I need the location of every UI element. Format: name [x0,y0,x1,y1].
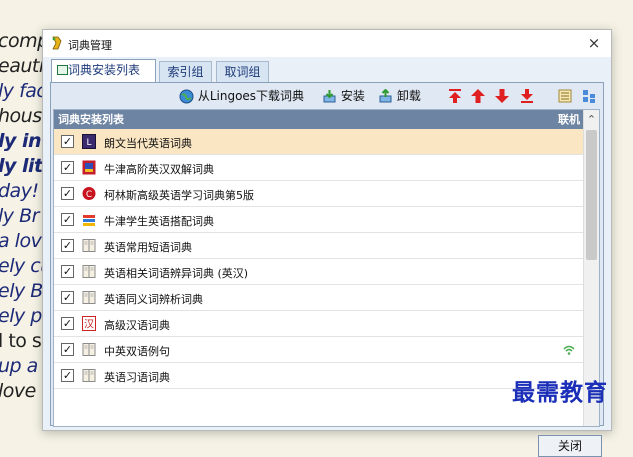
table-rows: ✓ L 朗文当代英语词典 ✓ 牛津高阶英汉双解词典 ✓ C 柯林斯高级英语学习词典第5版 ✓ 牛津… [54,129,584,389]
watermark: 最需教育 [512,379,608,406]
row-checkbox[interactable]: ✓ [61,369,74,382]
background-text-line: up a [0,355,38,377]
tab-index-group[interactable]: 索引组 [159,61,212,82]
svg-text:汉: 汉 [84,319,94,331]
table-row[interactable]: ✓ 英语常用短语词典 [54,233,584,259]
row-dictionary-name: 中英双语例句 [104,345,170,358]
row-checkbox[interactable]: ✓ [61,161,74,174]
background-text-line: ly lit [0,155,43,177]
background-text-line: ly fac [0,80,47,102]
column-header-name: 词典安装列表 [58,113,124,126]
uninstall-icon [379,88,392,103]
row-dictionary-name: 柯林斯高级英语学习词典第5版 [104,189,254,202]
table-row[interactable]: ✓ 中英双语例句 [54,337,584,363]
uninstall-button[interactable]: 卸载 [378,87,421,105]
download-dictionary-label: 从Lingoes下载词典 [197,89,305,103]
table-row[interactable]: ✓ L 朗文当代英语词典 [54,129,584,155]
globe-icon [179,89,194,104]
book-icon [82,238,96,253]
row-dictionary-name: 牛津高阶英汉双解词典 [104,163,214,176]
grid-view-icon[interactable] [581,88,597,104]
background-text-line: day! [0,180,39,202]
close-dialog-button[interactable]: 关闭 [538,435,602,457]
row-dictionary-name: 牛津学生英语搭配词典 [104,215,214,228]
column-header-online: 联机 [558,113,580,126]
move-bottom-icon[interactable] [519,88,535,104]
tab-capture-group[interactable]: 取词组 [216,61,269,82]
table-row[interactable]: ✓ 英语同义词辨析词典 [54,285,584,311]
window-title: 词典管理 [68,39,112,52]
scroll-up-icon[interactable]: ⌃ [584,110,599,129]
tab-install-list[interactable]: 词典安装列表 [51,59,156,82]
row-dictionary-name: 英语习语词典 [104,371,170,384]
dictionary-manager-dialog: 词典管理 × 词典安装列表 索引组 取词组 从Lingoes下载词典 安装 卸载… [42,29,612,457]
background-text-line: l to s [0,330,42,352]
row-checkbox[interactable]: ✓ [61,317,74,330]
book-icon [82,290,96,305]
background-text-line: love [0,380,36,402]
app-icon [52,36,62,50]
svg-text:C: C [86,190,92,200]
move-top-icon[interactable] [447,88,463,104]
row-checkbox[interactable]: ✓ [61,239,74,252]
row-checkbox[interactable]: ✓ [61,213,74,226]
collins-icon: C [82,186,96,201]
book-icon [82,368,96,383]
oxford-collocation-icon [82,212,96,227]
table-row[interactable]: ✓ 汉高级汉语词典 [54,311,584,337]
table-row[interactable]: ✓ 英语习语词典 [54,363,584,389]
table-header: 词典安装列表 联机 [54,110,584,129]
table-row[interactable]: ✓ 英语相关词语辨异词典 (英汉) [54,259,584,285]
row-dictionary-name: 英语相关词语辨异词典 (英汉) [104,267,249,280]
tab-install-list-label: 词典安装列表 [68,63,141,77]
title-bar[interactable]: 词典管理 × [43,30,611,57]
row-checkbox[interactable]: ✓ [61,343,74,356]
install-icon [323,90,336,103]
row-checkbox[interactable]: ✓ [61,291,74,304]
table-row[interactable]: ✓ C 柯林斯高级英语学习词典第5版 [54,181,584,207]
download-dictionary-button[interactable]: 从Lingoes下载词典 [179,87,304,105]
chinese-dict-icon: 汉 [82,316,96,331]
row-dictionary-name: 朗文当代英语词典 [104,137,192,150]
install-label: 安装 [340,89,365,103]
scroll-thumb[interactable] [586,130,597,260]
list-tab-icon [57,65,68,75]
row-dictionary-name: 英语常用短语词典 [104,241,192,254]
online-signal-icon [562,343,576,357]
book-icon [82,264,96,279]
row-checkbox[interactable]: ✓ [61,135,74,148]
book-icon [82,342,96,357]
oxford-icon [82,160,96,175]
svg-text:L: L [86,138,91,148]
background-text-line: ly Br [0,205,39,227]
table-row[interactable]: ✓ 牛津高阶英汉双解词典 [54,155,584,181]
row-checkbox[interactable]: ✓ [61,265,74,278]
row-dictionary-name: 高级汉语词典 [104,319,170,332]
uninstall-label: 卸载 [396,89,421,103]
move-down-icon[interactable] [494,88,510,104]
list-view-icon[interactable] [557,88,573,104]
close-button[interactable]: × [583,33,605,53]
move-up-icon[interactable] [470,88,486,104]
row-dictionary-name: 英语同义词辨析词典 [104,293,203,306]
install-button[interactable]: 安装 [322,87,365,105]
longman-icon: L [82,134,96,149]
row-checkbox[interactable]: ✓ [61,187,74,200]
table-row[interactable]: ✓ 牛津学生英语搭配词典 [54,207,584,233]
background-text-line: ly in [0,130,42,152]
